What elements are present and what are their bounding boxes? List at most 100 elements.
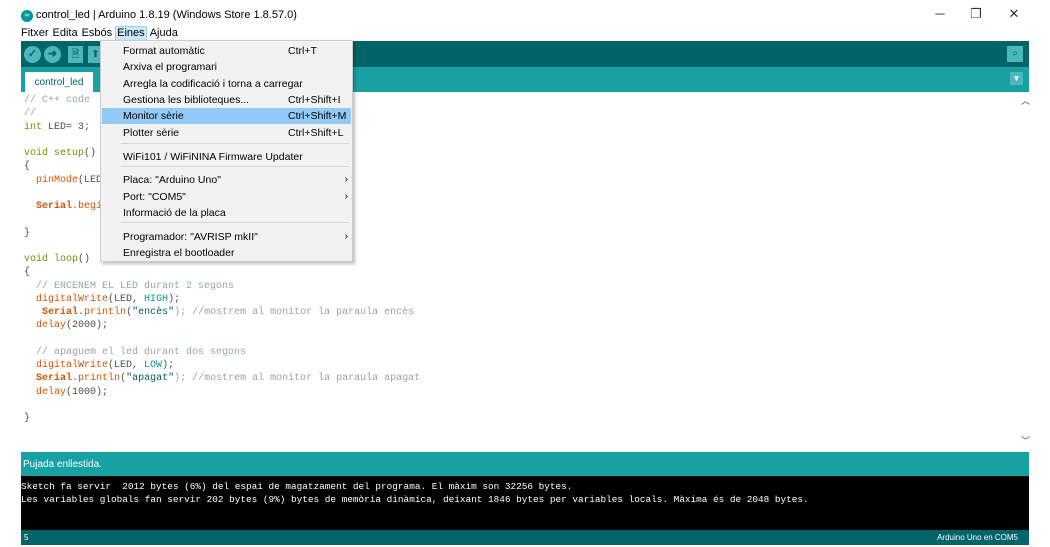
- menu-item-shortcut: Ctrl+Shift+L: [288, 127, 344, 139]
- code-token: Serial: [36, 201, 73, 212]
- code-line: // apaguem el led durant dos segons: [24, 346, 246, 359]
- verify-button[interactable]: ✓: [24, 46, 41, 63]
- scroll-down-icon[interactable]: ﹀: [1021, 434, 1030, 447]
- menu-item-format-autom-tic[interactable]: Format automàtic Ctrl+T: [102, 43, 351, 59]
- menu-item-arregla-la-codificaci-i-torna-a-carregar[interactable]: Arregla la codificació i torna a carrega…: [102, 76, 351, 92]
- code-line: void setup(): [24, 147, 96, 160]
- code-token: LOW: [144, 360, 163, 371]
- menu-item-informaci-de-la-placa[interactable]: Informació de la placa: [102, 205, 351, 221]
- code-token: (2000);: [66, 320, 109, 332]
- submenu-arrow-icon: ›: [344, 174, 348, 185]
- code-token: pinMode: [36, 174, 79, 186]
- menu-item-label: Programador: "AVRISP mkII": [123, 231, 258, 243]
- title-bar: ∞ control_led | Arduino 1.8.19 (Windows …: [0, 0, 1050, 28]
- code-line: digitalWrite(LED, LOW);: [24, 359, 174, 372]
- code-token: (LED: [78, 174, 103, 186]
- code-token: int: [24, 121, 43, 133]
- status-bar: Pujada enllestida.: [21, 452, 1029, 476]
- tab-menu-icon[interactable]: ▼: [1010, 72, 1023, 85]
- code-token: Serial: [36, 373, 73, 385]
- menu-item-label: Format automàtic: [123, 45, 205, 57]
- code-line: delay(2000);: [24, 319, 108, 332]
- menu-item-label: Arregla la codificació i torna a carrega…: [123, 78, 303, 90]
- menu-item-shortcut: Ctrl+Shift+M: [288, 110, 347, 122]
- menu-item-monitor-s-rie[interactable]: Monitor sèrie Ctrl+Shift+M: [102, 108, 351, 124]
- code-line: digitalWrite(LED, HIGH);: [24, 293, 180, 306]
- menu-separator: [121, 222, 349, 223]
- tab-control-led[interactable]: control_led: [25, 72, 93, 92]
- menu-esbos[interactable]: Esbós: [81, 26, 114, 41]
- code-token: (): [84, 148, 97, 159]
- menu-item-label: Monitor sèrie: [123, 110, 184, 122]
- menu-edita[interactable]: Edita: [52, 26, 79, 41]
- code-line: //: [24, 107, 36, 120]
- code-token: (LED,: [108, 293, 145, 305]
- upload-button[interactable]: ➜: [44, 46, 61, 63]
- code-token: }: [24, 227, 31, 239]
- code-token: HIGH: [144, 293, 169, 305]
- menu-item-label: WiFi101 / WiFiNINA Firmware Updater: [123, 151, 303, 163]
- menu-item-wifi101-wifinina-firmware-updater[interactable]: WiFi101 / WiFiNINA Firmware Updater: [102, 149, 351, 165]
- menu-item-arxiva-el-programari[interactable]: Arxiva el programari: [102, 59, 351, 75]
- code-token: ); //mostrem al monitor la paraula encès: [174, 307, 415, 318]
- menu-item-gestiona-les-biblioteques[interactable]: Gestiona les biblioteques... Ctrl+Shift+I: [102, 92, 351, 108]
- code-line: {: [24, 160, 30, 173]
- menu-separator: [121, 143, 349, 144]
- menu-item-shortcut: Ctrl+Shift+I: [288, 94, 341, 106]
- code-line: // C++ code: [24, 94, 90, 107]
- code-token: void: [24, 148, 49, 159]
- submenu-arrow-icon: ›: [344, 231, 348, 242]
- minimize-button[interactable]: ─: [930, 6, 950, 24]
- code-token: ); //mostrem al monitor la paraula apaga…: [174, 373, 421, 385]
- code-token: // C++ code: [24, 95, 91, 106]
- code-token: delay: [36, 320, 67, 332]
- eines-dropdown-menu: Format automàtic Ctrl+T Arxiva el programa…: [100, 40, 353, 262]
- code-line: pinMode(LED: [24, 174, 102, 187]
- code-token: (1000);: [66, 386, 109, 398]
- menu-item-shortcut: Ctrl+T: [288, 45, 317, 57]
- menu-item-port-com5[interactable]: Port: "COM5" ›: [102, 189, 351, 205]
- code-token: loop: [54, 254, 79, 265]
- code-line: }: [24, 227, 30, 240]
- code-token: }: [24, 413, 31, 424]
- code-token: setup: [54, 148, 85, 159]
- code-line: // ENCENEM EL LED durant 2 segons: [24, 280, 234, 293]
- close-button[interactable]: ✕: [1004, 6, 1024, 24]
- menu-eines[interactable]: Eines: [115, 26, 147, 41]
- menu-fitxer[interactable]: Fitxer: [20, 26, 50, 41]
- console-output: Sketch fa servir 2012 bytes (6%) del esp…: [21, 476, 1029, 530]
- code-token: digitalWrite: [36, 293, 109, 305]
- footer-bar: 5 Arduino Uno en COM5: [21, 530, 1029, 545]
- menu-item-placa-arduino-uno[interactable]: Placa: "Arduino Uno" ›: [102, 172, 351, 188]
- window-title: control_led | Arduino 1.8.19 (Windows St…: [36, 9, 297, 21]
- menu-item-enregistra-el-bootloader[interactable]: Enregistra el bootloader: [102, 245, 351, 261]
- code-token: {: [24, 267, 31, 279]
- code-token: println: [84, 307, 127, 318]
- menu-bar: Fitxer Edita Esbós Eines Ajuda: [20, 26, 181, 41]
- menu-item-plotter-s-rie[interactable]: Plotter sèrie Ctrl+Shift+L: [102, 125, 351, 141]
- code-line: Serial.println("encès"); //mostrem al mo…: [24, 306, 414, 319]
- arduino-logo-icon: ∞: [21, 10, 33, 22]
- menu-ajuda[interactable]: Ajuda: [149, 26, 179, 41]
- menu-item-label: Informació de la placa: [123, 207, 226, 219]
- code-token: delay: [36, 386, 67, 398]
- code-token: {: [24, 161, 31, 173]
- menu-item-label: Arxiva el programari: [123, 61, 217, 73]
- code-line: int LED= 3;: [24, 121, 90, 134]
- code-token: (): [78, 254, 91, 265]
- vertical-scrollbar[interactable]: ︿ ﹀: [1021, 92, 1030, 450]
- code-line: delay(1000);: [24, 386, 108, 399]
- new-button[interactable]: 🗎: [68, 46, 83, 63]
- code-token: (LED,: [108, 360, 145, 371]
- serial-monitor-button[interactable]: ⌕: [1007, 46, 1023, 62]
- restore-button[interactable]: ❐: [966, 6, 986, 24]
- board-port-label: Arduino Uno en COM5: [937, 533, 1018, 542]
- scroll-up-icon[interactable]: ︿: [1021, 94, 1030, 107]
- code-token: void: [24, 254, 49, 265]
- menu-item-programador-avrisp-mkii[interactable]: Programador: "AVRISP mkII" ›: [102, 229, 351, 245]
- code-line: Serial.begi: [24, 200, 102, 213]
- code-token: // apaguem el led durant dos segons: [24, 346, 247, 358]
